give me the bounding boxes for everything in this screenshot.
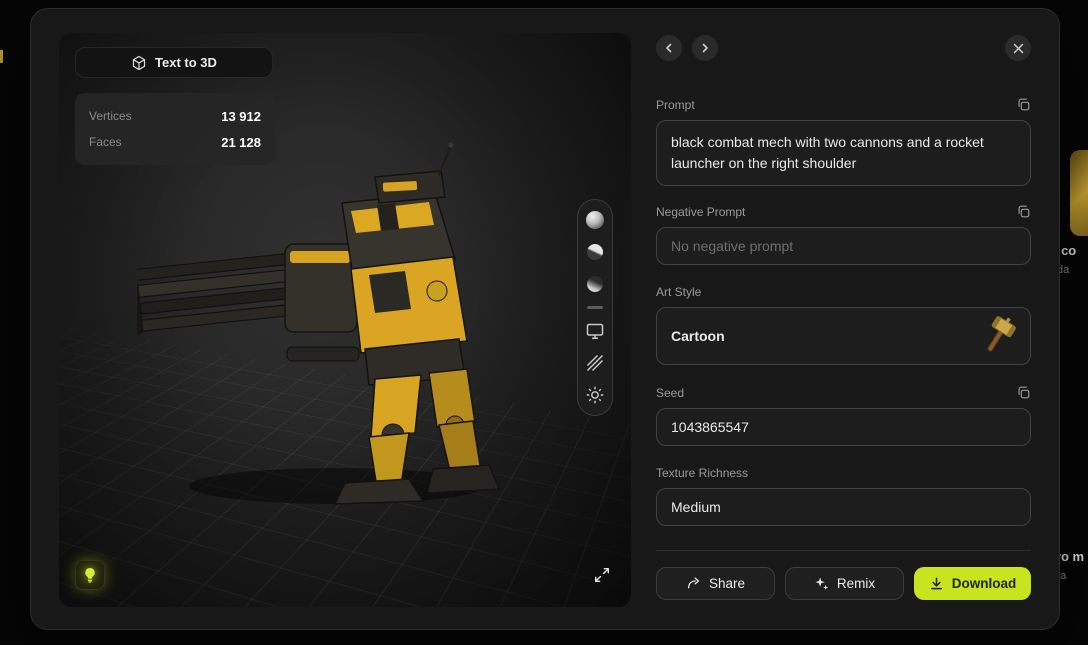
negative-prompt-field[interactable] [656, 227, 1031, 265]
copy-icon [1016, 204, 1031, 219]
generation-settings-panel: Prompt black combat mech with two cannon… [656, 35, 1031, 600]
art-style-select[interactable]: Cartoon [656, 307, 1031, 365]
stat-row: Vertices 13 912 [89, 103, 261, 129]
background-model-thumbnail [1070, 150, 1088, 236]
background-edge-thumbnail [0, 50, 3, 63]
download-icon [929, 576, 944, 591]
share-button[interactable]: Share [656, 567, 775, 600]
toolbar-divider [587, 306, 603, 309]
text-to-3d-badge: Text to 3D [75, 47, 273, 78]
lightbulb-icon [81, 566, 99, 584]
prompt-field[interactable]: black combat mech with two cannons and a… [656, 120, 1031, 186]
viewport-3d[interactable]: Text to 3D Vertices 13 912 Faces 21 128 [59, 33, 631, 607]
wireframe-icon[interactable] [585, 353, 605, 373]
copy-seed-button[interactable] [1016, 385, 1031, 400]
close-button[interactable] [1005, 35, 1031, 61]
copy-icon [1016, 97, 1031, 112]
share-label: Share [709, 576, 745, 591]
stat-row: Faces 21 128 [89, 129, 261, 155]
mech-model-render [137, 141, 537, 511]
matcap-dark-icon[interactable] [585, 274, 605, 294]
mesh-stats-panel: Vertices 13 912 Faces 21 128 [75, 93, 275, 165]
viewport-toolbar [577, 199, 613, 416]
badge-label: Text to 3D [155, 55, 217, 70]
remix-button[interactable]: Remix [785, 567, 904, 600]
chevron-left-icon [663, 42, 675, 54]
chevron-right-icon [699, 42, 711, 54]
download-label: Download [952, 576, 1017, 591]
panel-nav [656, 35, 1031, 61]
art-style-value: Cartoon [671, 328, 725, 344]
seed-field[interactable] [656, 408, 1031, 446]
material-sphere-icon[interactable] [585, 210, 605, 230]
copy-negative-prompt-button[interactable] [1016, 204, 1031, 219]
remix-label: Remix [837, 576, 875, 591]
stat-value: 13 912 [221, 109, 261, 124]
copy-prompt-button[interactable] [1016, 97, 1031, 112]
expand-icon [593, 566, 611, 584]
texture-richness-value: Medium [671, 499, 721, 515]
texture-richness-label: Texture Richness [656, 466, 748, 480]
art-style-label: Art Style [656, 285, 701, 299]
texture-richness-select[interactable]: Medium [656, 488, 1031, 526]
close-icon [1013, 43, 1024, 54]
brightness-icon[interactable] [585, 385, 605, 405]
seed-label: Seed [656, 386, 684, 400]
copy-icon [1016, 385, 1031, 400]
fullscreen-button[interactable] [589, 562, 615, 588]
hammer-thumbnail [978, 316, 1018, 356]
cube-icon [131, 55, 147, 71]
panel-divider [656, 550, 1031, 551]
share-icon [686, 576, 701, 591]
lighting-button[interactable] [75, 560, 105, 590]
stat-label: Vertices [89, 109, 132, 123]
prompt-label: Prompt [656, 98, 695, 112]
stat-label: Faces [89, 135, 122, 149]
action-bar: Share Remix Download [656, 567, 1031, 600]
model-details-modal: Text to 3D Vertices 13 912 Faces 21 128 [30, 8, 1060, 630]
matcap-light-icon[interactable] [585, 242, 605, 262]
sparkles-icon [814, 576, 829, 591]
next-button[interactable] [692, 35, 718, 61]
prev-button[interactable] [656, 35, 682, 61]
negative-prompt-label: Negative Prompt [656, 205, 745, 219]
download-button[interactable]: Download [914, 567, 1031, 600]
stat-value: 21 128 [221, 135, 261, 150]
display-icon[interactable] [585, 321, 605, 341]
